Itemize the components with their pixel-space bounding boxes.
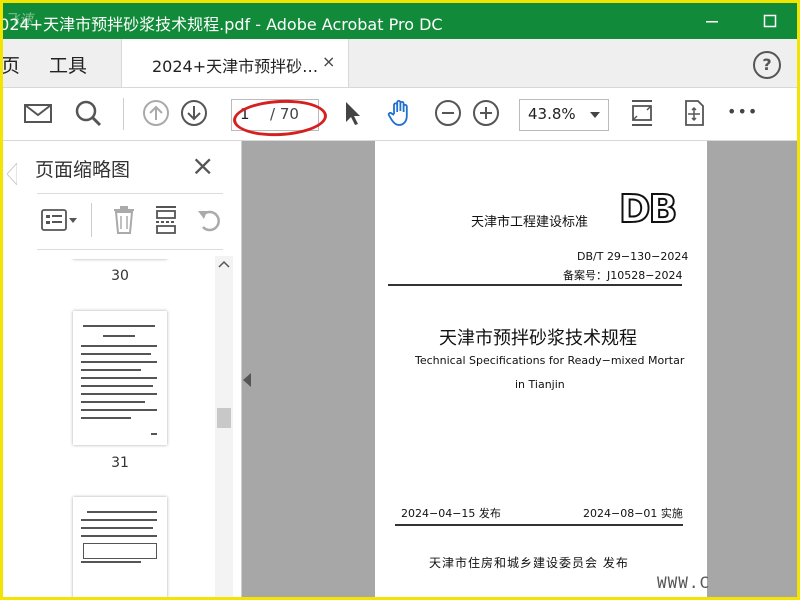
help-icon[interactable]: ? <box>753 51 781 79</box>
thumbnail-page-30-label: 30 <box>111 268 129 284</box>
chevron-down-icon <box>590 112 600 118</box>
window-title: 2024+天津市预拌砂浆技术规程.pdf - Adobe Acrobat Pro… <box>0 15 443 34</box>
thumbnail-scrollbar[interactable] <box>215 256 233 597</box>
zoom-in-icon[interactable] <box>471 98 501 128</box>
search-icon[interactable] <box>73 98 103 128</box>
zoom-out-icon[interactable] <box>433 98 463 128</box>
panel-close-icon[interactable]: × <box>191 149 214 182</box>
panel-pointer <box>7 163 17 185</box>
thumbnail-page-32[interactable] <box>73 497 167 597</box>
doc-record-number: 备案号：J10528−2024 <box>563 269 683 282</box>
more-options-icon[interactable]: ••• <box>727 102 758 121</box>
doc-rule-bottom <box>395 524 683 526</box>
minimize-button[interactable] <box>689 3 735 39</box>
full-screen-icon[interactable] <box>679 98 709 128</box>
fit-page-icon[interactable] <box>627 98 657 128</box>
doc-implementation-date: 2024−08−01 实施 <box>583 507 683 520</box>
toolbar: 1 / 70 43.8% ••• <box>3 88 797 141</box>
thumbnail-list: 30 31 <box>23 259 213 597</box>
doc-org: 天津市工程建设标准 <box>471 215 589 230</box>
toolbar-divider <box>123 98 124 130</box>
collapse-panel-icon[interactable] <box>243 373 251 387</box>
extract-page-icon[interactable] <box>153 205 179 235</box>
panel-title: 页面缩略图 <box>35 159 131 181</box>
panel-tool-divider <box>91 203 92 237</box>
doc-title-cn: 天津市预拌砂浆技术规程 <box>439 328 637 349</box>
minimize-icon <box>706 21 718 23</box>
rotate-page-icon[interactable] <box>195 205 223 235</box>
doc-title-en-1: Technical Specifications for Ready−mixed… <box>415 354 685 367</box>
thumbnail-options-icon[interactable] <box>41 208 79 232</box>
title-bar: 2024+天津市预拌砂浆技术规程.pdf - Adobe Acrobat Pro… <box>3 3 797 39</box>
email-icon[interactable] <box>23 98 53 128</box>
db-logo: DB <box>618 186 678 232</box>
site-watermark: WWW.C <box>657 573 711 592</box>
thumbnail-page-31[interactable] <box>73 311 167 445</box>
panel-divider <box>37 193 223 194</box>
tab-close-icon[interactable]: × <box>322 52 335 71</box>
zoom-value: 43.8% <box>528 105 576 123</box>
select-cursor-icon[interactable] <box>337 98 367 128</box>
thumbnail-page-31-label: 31 <box>111 455 129 471</box>
tab-document-label: 2024+天津市预拌砂… <box>152 57 319 76</box>
app-window: 2024+天津市预拌砂浆技术规程.pdf - Adobe Acrobat Pro… <box>0 0 800 600</box>
menu-tools[interactable]: 工具 <box>49 51 87 78</box>
zoom-select[interactable]: 43.8% <box>519 99 609 131</box>
doc-publisher: 天津市住房和城乡建设委员会 发布 <box>429 556 629 570</box>
hand-tool-icon[interactable] <box>385 98 415 128</box>
doc-issue-date: 2024−04−15 发布 <box>401 507 501 520</box>
next-page-icon[interactable] <box>179 98 209 128</box>
tab-document[interactable]: 2024+天津市预拌砂… × <box>121 39 349 87</box>
scrollbar-thumb[interactable] <box>217 408 231 428</box>
doc-standard-number: DB/T 29−130−2024 <box>577 250 689 263</box>
maximize-icon <box>763 14 777 28</box>
document-page: 天津市工程建设标准 DB DB/T 29−130−2024 备案号：J10528… <box>375 141 707 597</box>
previous-page-icon[interactable] <box>141 98 171 128</box>
panel-divider-2 <box>37 249 223 250</box>
delete-page-icon[interactable] <box>111 205 137 235</box>
doc-title-en-2: in Tianjin <box>515 378 565 391</box>
doc-rule-top <box>388 284 682 286</box>
watermark-text: 飞速 <box>5 12 33 28</box>
tab-bar: 页 工具 2024+天津市预拌砂… × ? <box>3 39 797 88</box>
thumbnail-panel: 页面缩略图 × 30 31 <box>3 141 242 597</box>
scroll-up-icon[interactable] <box>218 260 230 268</box>
menu-home[interactable]: 页 <box>3 51 20 78</box>
maximize-button[interactable] <box>747 3 793 39</box>
